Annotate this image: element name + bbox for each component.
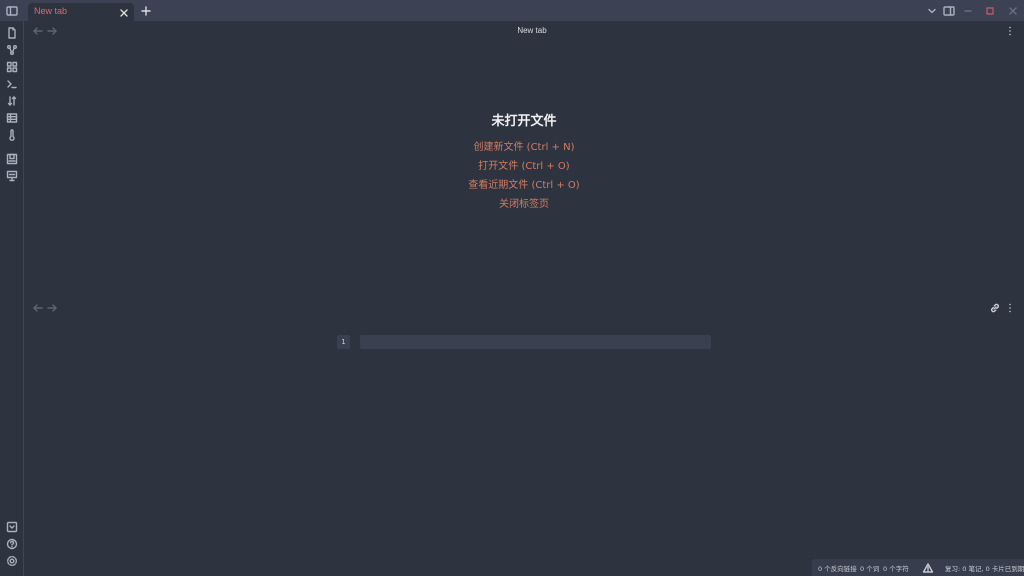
table-icon[interactable]: [4, 110, 20, 126]
right-sidebar-toggle-icon[interactable]: [941, 3, 957, 19]
graph-icon[interactable]: [4, 42, 20, 58]
sort-icon[interactable]: [4, 93, 20, 109]
editor-line[interactable]: [360, 335, 711, 349]
word-count: 0 个词: [860, 565, 880, 573]
status-bar: 0 个反向链接 0 个词 0 个字符 复习: 0 笔记, 0 卡片已到期: [812, 559, 1024, 576]
empty-state-title: 未打开文件: [491, 114, 557, 129]
vault-switch-icon[interactable]: [4, 519, 20, 535]
chevron-down-icon[interactable]: [924, 3, 940, 19]
more-options-icon[interactable]: [1002, 23, 1018, 39]
close-tab-link[interactable]: 关闭标签页: [374, 195, 674, 214]
minimize-icon[interactable]: [960, 3, 976, 19]
help-icon[interactable]: [4, 536, 20, 552]
pane-title: New tab: [517, 26, 547, 35]
empty-state: 未打开文件 创建新文件 (Ctrl + N) 打开文件 (Ctrl + O) 查…: [374, 112, 674, 214]
file-icon[interactable]: [4, 25, 20, 41]
tab-new-tab[interactable]: New tab: [28, 3, 134, 21]
archive-icon[interactable]: [4, 151, 20, 167]
forward-arrow-icon[interactable]: [44, 300, 60, 316]
thermometer-icon[interactable]: [4, 127, 20, 143]
char-count: 0 个字符: [883, 565, 909, 573]
line-number: 1: [337, 335, 350, 349]
link-icon[interactable]: [987, 300, 1003, 316]
open-file-link[interactable]: 打开文件 (Ctrl + O): [374, 157, 674, 176]
presentation-icon[interactable]: [4, 168, 20, 184]
new-tab-icon[interactable]: [138, 3, 154, 19]
sidebar-toggle-icon[interactable]: [4, 3, 20, 19]
tab-label: New tab: [34, 6, 68, 16]
title-bar: New tab: [0, 0, 1024, 21]
create-new-file-link[interactable]: 创建新文件 (Ctrl + N): [374, 138, 674, 157]
more-options-icon[interactable]: [1002, 300, 1018, 316]
maximize-icon[interactable]: [982, 3, 998, 19]
backlinks-count[interactable]: 0 个反向链接: [818, 563, 857, 573]
window-close-icon[interactable]: [1005, 3, 1021, 19]
gear-icon[interactable]: [4, 553, 20, 569]
close-icon[interactable]: [116, 5, 132, 21]
warning-icon[interactable]: [920, 560, 936, 576]
recent-files-link[interactable]: 查看近期文件 (Ctrl + O): [374, 176, 674, 195]
review-status[interactable]: 复习: 0 笔记, 0 卡片已到期: [945, 563, 1024, 573]
grid-icon[interactable]: [4, 59, 20, 75]
terminal-icon[interactable]: [4, 76, 20, 92]
left-ribbon: [0, 21, 24, 576]
forward-arrow-icon[interactable]: [44, 23, 60, 39]
